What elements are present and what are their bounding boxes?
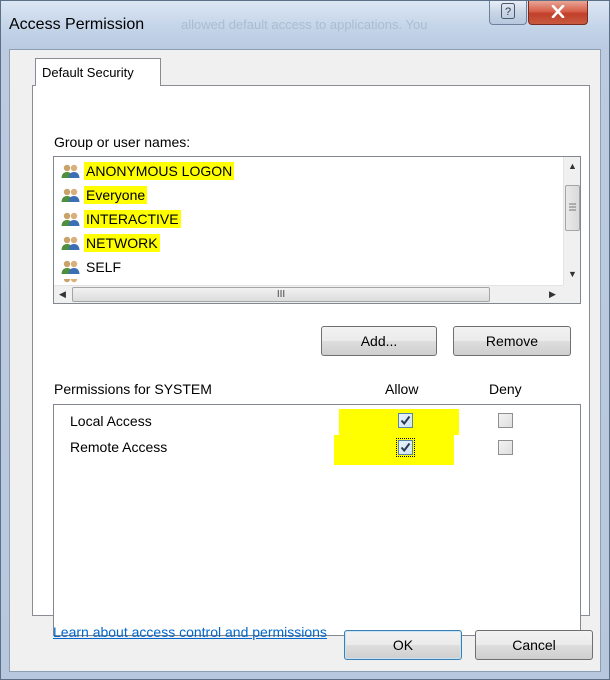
list-item[interactable]: SELF <box>60 255 123 279</box>
help-icon: ? <box>501 3 515 22</box>
user-name: SELF <box>86 259 122 275</box>
scroll-left-icon[interactable]: ◀ <box>59 289 66 300</box>
users-icon <box>61 236 80 250</box>
ok-button[interactable]: OK <box>344 630 462 660</box>
group-or-user-names-label: Group or user names: <box>54 134 191 150</box>
svg-text:?: ? <box>505 6 511 18</box>
dialog-client-area: Default Security Group or user names: AN… <box>9 49 601 672</box>
title-bar[interactable]: Access Permission allowed default access… <box>1 1 609 49</box>
permission-name-remote-access: Remote Access <box>70 439 168 455</box>
list-item[interactable]: NETWORK <box>60 231 160 255</box>
user-name: ANONYMOUS LOGON <box>84 162 235 180</box>
deny-column-header: Deny <box>489 381 522 397</box>
scrollbar-corner <box>563 285 580 303</box>
vertical-scroll-thumb[interactable] <box>565 185 580 231</box>
vertical-scrollbar[interactable]: ▲ ▼ <box>563 157 580 285</box>
grip-text: III <box>276 289 286 300</box>
add-button[interactable]: Add... <box>321 326 437 356</box>
permissions-list: Local Access Remote Access <box>53 404 581 636</box>
remove-button[interactable]: Remove <box>453 326 571 356</box>
horizontal-scrollbar[interactable]: ◀ III ▶ <box>54 285 565 303</box>
scroll-up-icon[interactable]: ▲ <box>568 161 577 171</box>
help-button[interactable]: ? <box>489 1 527 25</box>
window-title: Access Permission <box>9 16 145 33</box>
user-name: Everyone <box>84 186 148 204</box>
checkmark-icon <box>400 442 411 453</box>
list-item[interactable]: INTERACTIVE <box>60 207 181 231</box>
close-icon <box>551 4 565 21</box>
cancel-button[interactable]: Cancel <box>475 630 593 660</box>
list-item[interactable]: Everyone <box>60 183 148 207</box>
user-name: INTERACTIVE <box>84 210 181 228</box>
users-icon <box>61 164 80 178</box>
background-ghost-text: allowed default access to applications. … <box>181 17 428 32</box>
access-permission-window: Access Permission allowed default access… <box>0 0 610 680</box>
highlight-mark <box>334 435 454 465</box>
tab-panel: Group or user names: ANONYMOUS LOGON Eve… <box>32 85 590 640</box>
permission-name-local-access: Local Access <box>70 413 152 429</box>
permissions-label: Permissions for SYSTEM <box>54 381 212 397</box>
local-access-deny-checkbox[interactable] <box>498 413 513 428</box>
scroll-down-icon[interactable]: ▼ <box>568 269 577 279</box>
users-icon <box>61 188 80 202</box>
close-button[interactable] <box>528 1 588 25</box>
remote-access-allow-checkbox[interactable] <box>396 438 415 457</box>
allow-column-header: Allow <box>385 381 419 397</box>
scroll-right-icon[interactable]: ▶ <box>549 289 556 300</box>
user-list[interactable]: ANONYMOUS LOGON Everyone INTERACTIVE NET… <box>53 156 581 304</box>
checkmark-icon <box>400 415 411 426</box>
users-icon <box>61 260 80 274</box>
local-access-allow-checkbox[interactable] <box>398 413 413 428</box>
user-name: NETWORK <box>84 234 160 252</box>
remote-access-deny-checkbox[interactable] <box>498 440 513 455</box>
horizontal-scroll-thumb[interactable]: III <box>72 287 490 302</box>
learn-about-access-control-link[interactable]: Learn about access control and permissio… <box>53 624 327 640</box>
grip-icon <box>569 203 576 211</box>
users-icon <box>61 212 80 226</box>
list-item[interactable]: ANONYMOUS LOGON <box>60 159 235 183</box>
tab-default-security[interactable]: Default Security <box>35 58 161 86</box>
